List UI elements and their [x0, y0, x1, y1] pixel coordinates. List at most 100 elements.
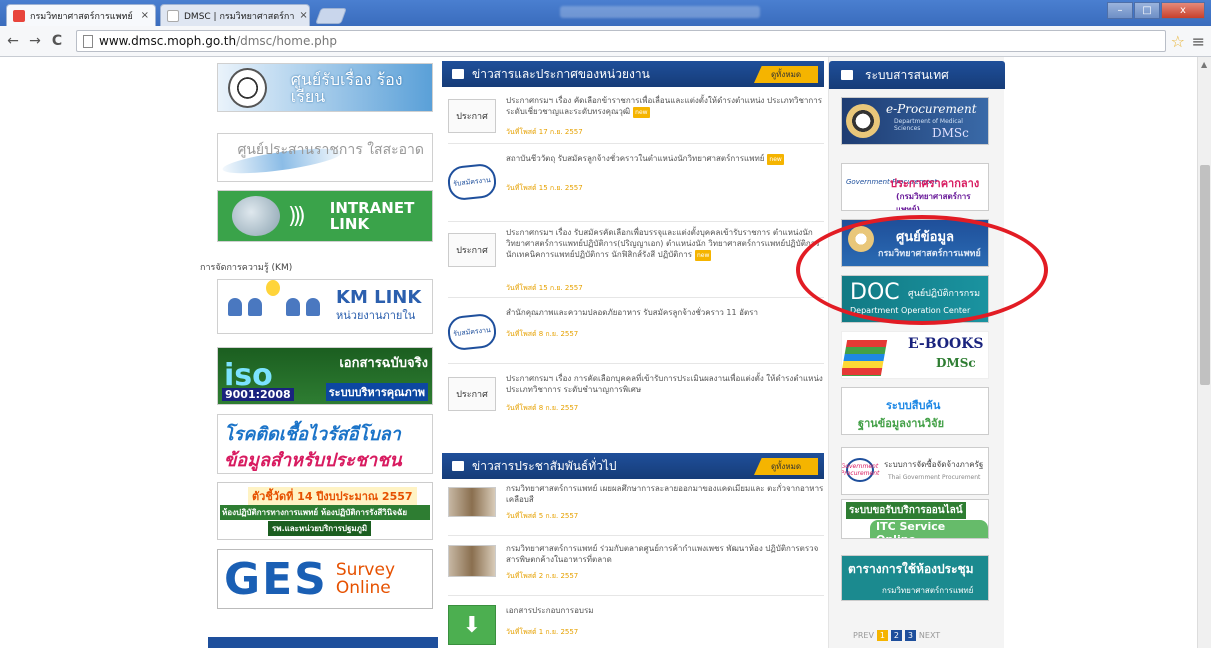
- itc-service-banner[interactable]: ระบบขอรับบริการออนไลน์ ITC Service Onlin…: [841, 499, 989, 539]
- prev-page-link[interactable]: PREV: [853, 631, 874, 640]
- divider: [448, 363, 824, 364]
- left-banner-column: ศูนย์รับเรื่อง ร้องเรียน ศูนย์ประสานราชก…: [200, 57, 438, 648]
- announcement-icon: ประกาศ: [448, 377, 496, 411]
- minimize-button[interactable]: –: [1107, 2, 1133, 19]
- thai-gov-procurement-banner[interactable]: Government Procurement ระบบการจัดซื้อจัด…: [841, 447, 989, 495]
- tab-close-icon[interactable]: ×: [299, 10, 307, 21]
- vertical-scrollbar[interactable]: ▲: [1197, 57, 1211, 648]
- news-column: ข่าวสารและประกาศของหน่วยงาน ดูทั้งหมด ปร…: [442, 57, 834, 648]
- browser-toolbar: ← → C www.dmsc.moph.go.th/dmsc/home.php …: [0, 26, 1211, 57]
- intranet-link-banner[interactable]: ))) INTRANET LINK: [217, 190, 433, 242]
- banner-text: ระบบสืบค้น: [886, 399, 941, 412]
- research-database-banner[interactable]: ระบบสืบค้น ฐานข้อมูลงานวิจัย: [841, 387, 989, 435]
- ebola-info-banner[interactable]: โรคติดเชื้อไวรัสอีโบลา ข้อมูลสำหรับประชา…: [217, 414, 433, 474]
- back-icon[interactable]: ←: [2, 30, 24, 52]
- people-network-icon: [228, 280, 320, 316]
- iso-documents-banner[interactable]: iso เอกสารฉบับจริง 9001:2008 ระบบบริหารค…: [217, 347, 433, 405]
- globe-icon: [232, 196, 280, 236]
- reload-icon[interactable]: C: [46, 30, 68, 52]
- page-icon: [83, 34, 93, 48]
- news-title[interactable]: ประกาศกรมฯ เรื่อง คัดเลือกข้าราชการเพื่อ…: [506, 95, 824, 118]
- ebooks-banner[interactable]: E-BOOKS DMSc: [841, 331, 989, 379]
- next-page-link[interactable]: NEXT: [919, 631, 940, 640]
- scrollbar-thumb[interactable]: [1200, 165, 1210, 385]
- kpi-indicator-banner[interactable]: ตัวชี้วัดที่ 14 ปีงบประมาณ 2557 ห้องปฏิบ…: [217, 482, 433, 540]
- banner-text: e-Procurement: [886, 102, 977, 116]
- section-square-icon: [452, 461, 464, 471]
- gov-procurement-logo: Government Procurement: [842, 458, 879, 482]
- close-window-button[interactable]: x: [1161, 2, 1205, 19]
- announcement-icon: ประกาศ: [448, 99, 496, 133]
- news-title[interactable]: กรมวิทยาศาสตร์การแพทย์ ร่วมกับตลาดศูนย์ก…: [506, 543, 824, 565]
- star-icon[interactable]: ☆: [1171, 32, 1185, 51]
- recruitment-stamp-icon: รับสมัครงาน: [446, 312, 498, 352]
- download-icon: ⬇: [448, 605, 496, 645]
- news-title[interactable]: ประกาศกรมฯ เรื่อง การคัดเลือกบุคคลที่เข้…: [506, 373, 824, 395]
- page-viewport: ศูนย์รับเรื่อง ร้องเรียน ศูนย์ประสานราชก…: [0, 57, 1211, 648]
- recruitment-stamp-icon: รับสมัครงาน: [446, 162, 498, 202]
- news-title[interactable]: สำนักคุณภาพและความปลอดภัยอาหาร รับสมัครล…: [506, 307, 824, 318]
- tab-dmsc-other[interactable]: DMSC | กรมวิทยาศาสตร์กา ×: [160, 4, 310, 26]
- view-all-news-link[interactable]: ดูทั้งหมด: [754, 66, 818, 83]
- news-date: วันที่โพสต์ 17 ก.ย. 2557: [506, 128, 583, 136]
- divider: [448, 143, 824, 144]
- banner-text: E-BOOKS: [908, 336, 984, 352]
- banner-subtext: กรมวิทยาศาสตร์การแพทย์: [878, 249, 981, 259]
- banner-subtext: DMSc: [932, 126, 969, 140]
- news-title[interactable]: เอกสารประกอบการอบรม: [506, 605, 824, 616]
- news-title[interactable]: กรมวิทยาศาสตร์การแพทย์ เผยผลศึกษาการละลา…: [506, 483, 824, 505]
- tab-label: กรมวิทยาศาสตร์การแพทย์: [30, 11, 133, 22]
- food-photo-thumbnail: [448, 487, 496, 517]
- address-bar[interactable]: www.dmsc.moph.go.th/dmsc/home.php: [76, 30, 1166, 52]
- maximize-button[interactable]: □: [1134, 2, 1160, 19]
- tab-close-icon[interactable]: ×: [141, 10, 149, 21]
- median-price-banner[interactable]: Government Procurement ประกาศราคากลาง (ก…: [841, 163, 989, 211]
- divider: [448, 221, 824, 222]
- banner-text: ศูนย์ข้อมูล: [896, 230, 954, 245]
- browser-tab-strip: กรมวิทยาศาสตร์การแพทย์ × DMSC | กรมวิทยา…: [0, 0, 1211, 26]
- ges-survey-banner[interactable]: GES Survey Online: [217, 549, 433, 609]
- e-procurement-banner[interactable]: e-Procurement Department of Medical Scie…: [841, 97, 989, 145]
- clean-government-banner[interactable]: ศูนย์ประสานราชการ ใสสะอาด: [217, 133, 433, 182]
- banner-text: ตารางการใช้ห้องประชุม: [848, 562, 974, 576]
- news-title[interactable]: ประกาศกรมฯ เรื่อง รับสมัครคัดเลือกเพื่อบ…: [506, 227, 824, 261]
- banner-subtext: รพ.และหน่วยบริการปฐมภูมิ: [268, 521, 372, 536]
- page-2-button[interactable]: 2: [890, 630, 902, 641]
- page-3-button[interactable]: 3: [904, 630, 916, 641]
- iso-logo: iso: [224, 358, 273, 393]
- pagination: PREV 1 2 3 NEXT: [853, 630, 940, 641]
- window-title: [560, 6, 760, 18]
- forward-icon[interactable]: →: [24, 30, 46, 52]
- doc-logo: DOC: [850, 280, 900, 305]
- url-host: www.dmsc.moph.go.th: [99, 34, 237, 48]
- tab-dmsc-home[interactable]: กรมวิทยาศาสตร์การแพทย์ ×: [6, 4, 156, 26]
- banner-subtext: ฐานข้อมูลงานวิจัย: [858, 417, 945, 430]
- menu-icon[interactable]: ≡: [1192, 32, 1205, 51]
- new-badge: new: [767, 154, 784, 165]
- data-center-banner[interactable]: ศูนย์ข้อมูล กรมวิทยาศาสตร์การแพทย์: [841, 219, 989, 267]
- banner-text: KM LINK หน่วยงานภายใน: [336, 286, 422, 322]
- banner-text: โรคติดเชื้อไวรัสอีโบลา: [224, 424, 401, 445]
- banner-subtext: ITC Service Online: [870, 520, 988, 538]
- view-all-pr-link[interactable]: ดูทั้งหมด: [754, 458, 818, 475]
- pr-section-header: ข่าวสารประชาสัมพันธ์ทั่วไป ดูทั้งหมด: [442, 453, 824, 479]
- news-date: วันที่โพสต์ 15 ก.ย. 2557: [506, 184, 583, 192]
- banner-text: เอกสารฉบับจริง: [339, 356, 428, 371]
- new-badge: new: [694, 250, 712, 261]
- banner-text: INTRANET LINK: [329, 199, 415, 233]
- km-link-banner[interactable]: KM LINK หน่วยงานภายใน: [217, 279, 433, 334]
- operation-center-banner[interactable]: DOC ศูนย์ปฏิบัติการกรม Department Operat…: [841, 275, 989, 323]
- banner-subtext: DMSc: [936, 356, 976, 370]
- site-favicon-icon: [13, 9, 25, 22]
- news-date: วันที่โพสต์ 5 ก.ย. 2557: [506, 512, 579, 520]
- info-systems-header: ระบบสารสนเทศ: [829, 61, 1005, 89]
- new-tab-button[interactable]: [315, 8, 347, 24]
- banner-text: ระบบขอรับบริการออนไลน์: [846, 502, 966, 519]
- page-1-button[interactable]: 1: [876, 630, 888, 641]
- banner-text: ศูนย์ประสานราชการ ใสสะอาด: [237, 142, 424, 158]
- scroll-up-icon[interactable]: ▲: [1201, 60, 1207, 69]
- banner-text: ระบบการจัดซื้อจัดจ้างภาครัฐ: [884, 460, 984, 469]
- complaint-center-banner[interactable]: ศูนย์รับเรื่อง ร้องเรียน: [217, 63, 433, 112]
- meeting-room-banner[interactable]: ตารางการใช้ห้องประชุม กรมวิทยาศาสตร์การแ…: [841, 555, 989, 601]
- news-title[interactable]: สถาบันชีววัตถุ รับสมัครลูกจ้างชั่วคราวใน…: [506, 153, 824, 165]
